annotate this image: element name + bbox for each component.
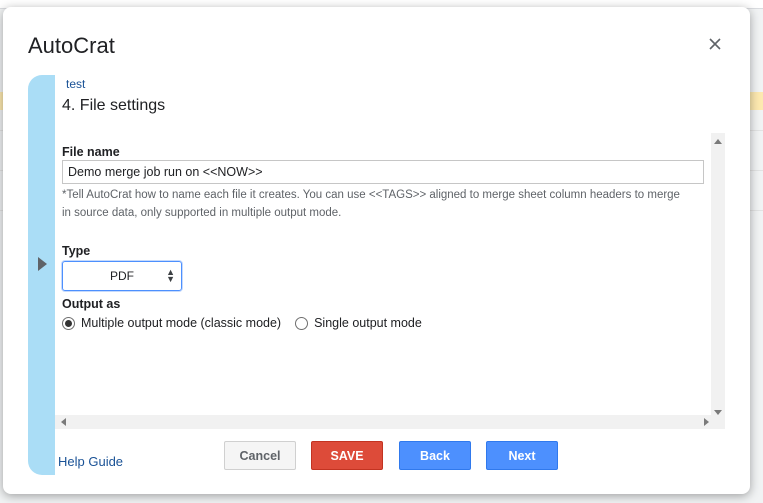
type-label: Type <box>62 244 91 258</box>
step-title: 4. File settings <box>62 97 166 114</box>
radio-selected-dot <box>65 319 72 327</box>
dialog-title: AutoCrat <box>28 33 115 58</box>
output-as-label: Output as <box>62 297 121 311</box>
job-name: test <box>66 77 86 91</box>
scroll-left-arrow-icon[interactable] <box>61 418 66 426</box>
file-name-hint: *Tell AutoCrat how to name each file it … <box>62 189 680 219</box>
file-name-label: File name <box>62 145 120 159</box>
close-button[interactable] <box>704 33 726 55</box>
back-button[interactable]: Back <box>399 441 471 470</box>
file-name-input[interactable] <box>62 160 704 184</box>
vertical-scrollbar[interactable] <box>711 133 725 429</box>
file-settings-panel: File name *Tell AutoCrat how to name eac… <box>55 133 713 429</box>
single-output-radio[interactable] <box>295 316 309 330</box>
horizontal-scrollbar[interactable] <box>55 415 713 429</box>
help-guide-link[interactable]: Help Guide <box>58 454 123 469</box>
single-output-label[interactable]: Single output mode <box>314 316 422 330</box>
scroll-down-arrow-icon[interactable] <box>714 410 722 415</box>
close-icon <box>709 38 721 50</box>
autocrat-dialog: AutoCrat test 4. File settings File name… <box>3 7 750 494</box>
expand-arrow-icon[interactable] <box>38 257 47 271</box>
output-mode-group: Multiple output mode (classic mode) Sing… <box>62 316 436 330</box>
side-collapse-bar[interactable] <box>28 75 55 475</box>
select-updown-icon: ▲ ▼ <box>166 267 175 284</box>
multiple-output-radio[interactable] <box>62 316 75 330</box>
scroll-up-arrow-icon[interactable] <box>714 139 722 144</box>
save-button[interactable]: SAVE <box>311 441 383 470</box>
multiple-output-label[interactable]: Multiple output mode (classic mode) <box>81 316 281 330</box>
cancel-button[interactable]: Cancel <box>224 441 296 470</box>
type-select[interactable]: PDF ▲ ▼ <box>62 261 182 291</box>
next-button[interactable]: Next <box>486 441 558 470</box>
scroll-right-arrow-icon[interactable] <box>704 418 709 426</box>
type-selected-value: PDF <box>110 269 134 283</box>
